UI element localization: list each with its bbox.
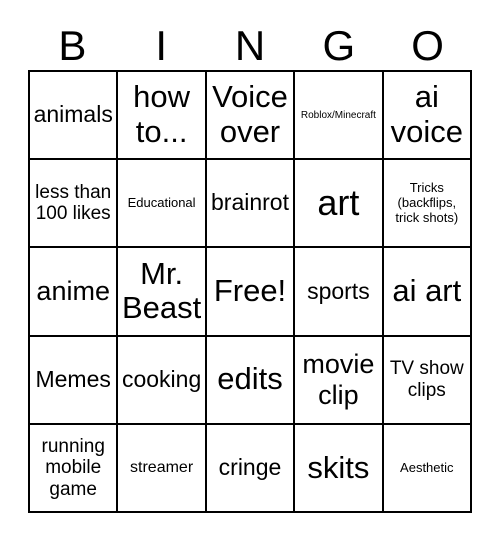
- bingo-cell-label: Tricks (backflips, trick shots): [395, 180, 459, 225]
- bingo-cell-label: cringe: [218, 454, 282, 481]
- bingo-cell-label: cooking: [121, 365, 202, 392]
- bingo-cell-r1c3[interactable]: Voice over: [206, 72, 296, 161]
- bingo-cell-label: Aesthetic: [400, 459, 454, 475]
- bingo-cell-r5c2[interactable]: streamer: [118, 424, 207, 513]
- bingo-cell-r2c2[interactable]: Educational: [118, 160, 207, 249]
- bingo-cell-r5c5[interactable]: Aesthetic: [383, 424, 472, 513]
- bingo-cell-r5c3[interactable]: cringe: [206, 424, 296, 513]
- bingo-card: B I N G O animals how to... Voice over Roblox/M…: [0, 0, 500, 544]
- bingo-cell-r4c3[interactable]: edits: [206, 336, 296, 425]
- bingo-cell-label: ai art: [392, 273, 462, 309]
- bingo-cell-r3c5[interactable]: ai art: [383, 248, 472, 337]
- bingo-header-letter-b: B: [58, 22, 87, 69]
- bingo-cell-r1c5[interactable]: ai voice: [383, 72, 472, 161]
- bingo-cell-label: running mobile game: [41, 435, 105, 500]
- bingo-cell-label: Voice over: [212, 79, 288, 150]
- bingo-cell-label: streamer: [130, 458, 194, 476]
- bingo-cell-r1c2[interactable]: how to...: [118, 72, 207, 161]
- bingo-cell-label: how to...: [133, 79, 191, 150]
- bingo-cell-label: Educational: [127, 195, 196, 211]
- bingo-cell-r4c4[interactable]: movie clip: [295, 336, 384, 425]
- bingo-header-letter-i: I: [155, 22, 168, 69]
- bingo-cell-label: less than 100 likes: [35, 182, 112, 225]
- bingo-free-space[interactable]: Free!: [206, 248, 296, 337]
- bingo-cell-label: art: [317, 182, 360, 224]
- bingo-cell-r2c5[interactable]: Tricks (backflips, trick shots): [383, 160, 472, 249]
- bingo-cell-r1c1[interactable]: animals: [30, 72, 119, 161]
- bingo-cell-label: anime: [36, 276, 110, 307]
- bingo-grid: animals how to... Voice over Roblox/Minecra…: [28, 70, 472, 513]
- bingo-header-letter-g: G: [322, 22, 356, 69]
- bingo-cell-r3c4[interactable]: sports: [295, 248, 384, 337]
- bingo-cell-r4c5[interactable]: TV show clips: [383, 336, 472, 425]
- bingo-cell-label: ai voice: [390, 79, 463, 150]
- bingo-cell-r2c1[interactable]: less than 100 likes: [30, 160, 119, 249]
- bingo-cell-r2c4[interactable]: art: [295, 160, 384, 249]
- bingo-cell-label: TV show clips: [389, 358, 464, 401]
- bingo-cell-r4c1[interactable]: Memes: [30, 336, 119, 425]
- bingo-cell-label: sports: [307, 277, 370, 304]
- bingo-cell-r5c1[interactable]: running mobile game: [30, 424, 119, 513]
- bingo-cell-label: brainrot: [211, 189, 289, 216]
- bingo-cell-r3c2[interactable]: Mr. Beast: [118, 248, 207, 337]
- bingo-cell-r4c2[interactable]: cooking: [118, 336, 207, 425]
- bingo-cell-label: Free!: [213, 273, 287, 309]
- bingo-header-letter-n: N: [234, 22, 266, 69]
- bingo-header: BINGO: [28, 22, 472, 70]
- bingo-header-letter-o: O: [411, 22, 444, 69]
- bingo-cell-label: Memes: [35, 365, 111, 392]
- bingo-cell-r2c3[interactable]: brainrot: [206, 160, 296, 249]
- bingo-cell-label: Roblox/Minecraft: [300, 109, 376, 121]
- bingo-cell-r1c4[interactable]: Roblox/Minecraft: [295, 72, 384, 161]
- bingo-cell-label: animals: [33, 101, 113, 128]
- bingo-cell-r3c1[interactable]: anime: [30, 248, 119, 337]
- bingo-cell-label: skits: [307, 449, 370, 485]
- bingo-cell-label: movie clip: [302, 349, 375, 410]
- bingo-cell-label: Mr. Beast: [121, 255, 202, 326]
- bingo-cell-label: edits: [217, 361, 283, 397]
- bingo-cell-r5c4[interactable]: skits: [295, 424, 384, 513]
